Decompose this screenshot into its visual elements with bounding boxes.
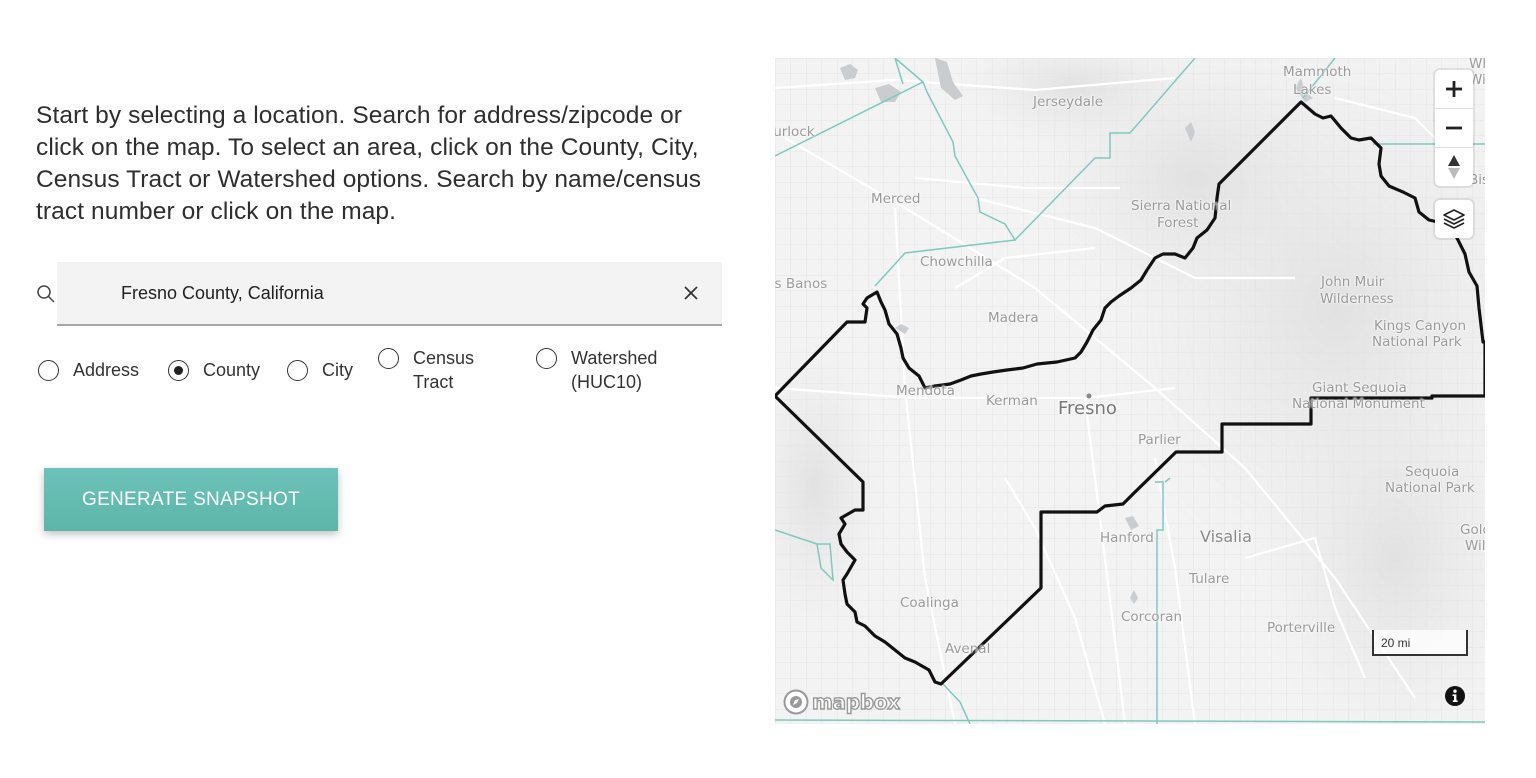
map-label: Lakes (1293, 82, 1332, 98)
zoom-out-button[interactable] (1435, 109, 1473, 148)
map-label: Sequoia (1405, 464, 1460, 480)
map-label: Turlock (775, 124, 815, 140)
map-label: Avenal (945, 641, 991, 657)
radio-watershed[interactable]: Watershed (HUC10) (536, 346, 671, 394)
radio-circle[interactable] (38, 360, 59, 381)
radio-circle[interactable] (378, 348, 399, 369)
map-label: John Muir (1321, 274, 1385, 290)
radio-county[interactable]: County (168, 358, 260, 382)
map-label: Kerman (986, 393, 1038, 409)
info-icon[interactable] (1444, 685, 1466, 707)
layers-icon (1443, 209, 1465, 229)
map-label: Madera (988, 310, 1039, 326)
map-label: Porterville (1267, 620, 1336, 636)
radio-census-tract[interactable]: Census Tract (378, 346, 493, 394)
map-label: National Park (1385, 480, 1475, 496)
map[interactable]: Mammoth Lakes Jerseydale Turlock Merced … (775, 58, 1485, 724)
map-label: National Monument (1292, 396, 1425, 412)
plus-icon (1446, 81, 1462, 97)
search-field[interactable] (57, 262, 722, 326)
radio-label: Address (73, 360, 140, 380)
instructions-text: Start by selecting a location. Search fo… (36, 102, 702, 225)
search-input[interactable] (121, 262, 641, 324)
map-label: National Park (1372, 334, 1462, 350)
search-icon (37, 285, 55, 303)
map-label: Visalia (1200, 527, 1252, 546)
clear-search-icon[interactable] (680, 282, 702, 304)
radio-address[interactable]: Address (38, 358, 139, 382)
radio-label: Watershed (HUC10) (571, 348, 658, 392)
layers-button[interactable] (1435, 200, 1473, 238)
map-label: Kings Canyon (1374, 318, 1467, 334)
radio-circle[interactable] (536, 348, 557, 369)
minus-icon (1446, 126, 1462, 130)
mapbox-logo[interactable]: mapbox (783, 688, 901, 716)
map-label: Sierra National (1131, 198, 1232, 214)
radio-circle-selected[interactable] (168, 360, 189, 381)
generate-snapshot-button[interactable]: GENERATE SNAPSHOT (44, 468, 338, 531)
map-label: Coalinga (900, 595, 959, 611)
map-label: Los Banos (775, 276, 828, 292)
selection-mode-group: Address County City Census Tract Watersh… (38, 346, 738, 406)
map-label: Merced (871, 191, 921, 207)
radio-label: City (322, 360, 353, 380)
map-label: Wilderness (1320, 291, 1394, 307)
map-label: Forest (1157, 215, 1199, 231)
zoom-in-button[interactable] (1435, 70, 1473, 109)
reset-bearing-button[interactable] (1435, 148, 1473, 186)
radio-circle[interactable] (287, 360, 308, 381)
mapbox-wordmark: mapbox (811, 689, 901, 714)
map-navigation-controls (1435, 70, 1473, 186)
radio-city[interactable]: City (287, 358, 353, 382)
map-label: Tulare (1189, 571, 1230, 587)
mapbox-logo-icon (783, 689, 809, 715)
compass-icon (1448, 155, 1460, 179)
map-label: Jerseydale (1033, 94, 1104, 110)
map-label: Chowchilla (920, 254, 993, 270)
map-label: Mammoth (1283, 64, 1352, 80)
map-label: Wilderness (1465, 538, 1485, 554)
map-label: Fresno (1058, 398, 1117, 419)
map-label: Hanford (1100, 530, 1154, 546)
radio-label: County (203, 360, 261, 380)
map-label: Golden Trout (1460, 522, 1485, 538)
map-label: Giant Sequoia (1312, 380, 1407, 396)
map-scale: 20 mi (1372, 630, 1468, 656)
map-label: Corcoran (1121, 609, 1183, 625)
radio-label: Census Tract (413, 348, 475, 392)
location-search (36, 262, 722, 326)
map-label: Mendota (896, 383, 955, 399)
map-label: Parlier (1138, 432, 1181, 448)
